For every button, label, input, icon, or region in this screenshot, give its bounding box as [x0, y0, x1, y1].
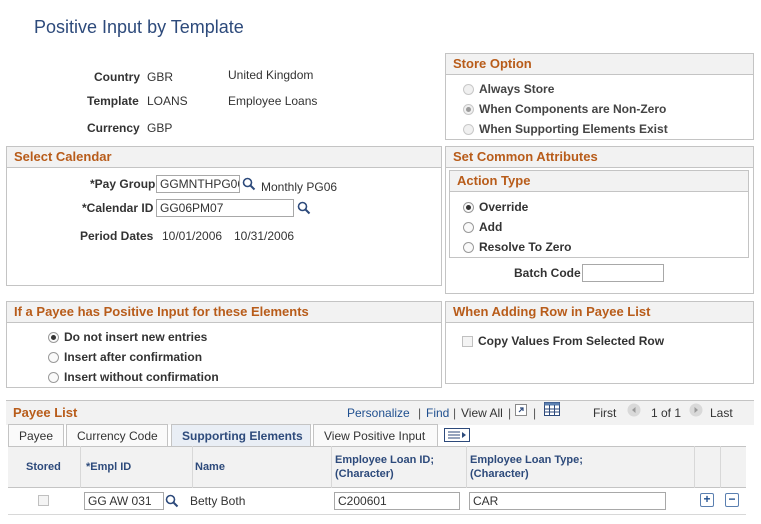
delete-row-button[interactable]: −: [725, 493, 739, 507]
empl-id-lookup-icon[interactable]: [165, 494, 179, 508]
radio-icon: [463, 221, 474, 233]
copy-values-checkbox[interactable]: Copy Values From Selected Row: [462, 334, 664, 348]
tab-currency-code[interactable]: Currency Code: [66, 424, 168, 446]
option-insert-without-confirmation[interactable]: Insert without confirmation: [48, 370, 219, 384]
currency-label: Currency: [87, 121, 140, 135]
positive-input-elements-header: If a Payee has Positive Input for these …: [7, 302, 441, 323]
last-label: Last: [710, 406, 733, 420]
adding-row-header: When Adding Row in Payee List: [446, 302, 753, 323]
radio-icon: [463, 123, 474, 135]
view-all-link[interactable]: View All: [461, 406, 503, 420]
range-label: 1 of 1: [651, 406, 682, 420]
personalize-link[interactable]: Personalize: [347, 406, 410, 420]
column-header-loan-type-line2[interactable]: (Character): [470, 467, 529, 481]
radio-icon: [48, 371, 59, 383]
store-option-always[interactable]: Always Store: [463, 82, 554, 96]
separator: |: [533, 406, 537, 420]
tab-payee[interactable]: Payee: [8, 424, 64, 446]
pay-group-lookup-icon[interactable]: [242, 177, 256, 191]
payee-list-title: Payee List: [13, 405, 78, 420]
checkbox-icon: [462, 335, 473, 347]
empl-id-input[interactable]: GG AW 031: [84, 492, 164, 510]
previous-icon[interactable]: [627, 403, 641, 417]
period-start-date: 10/01/2006: [162, 229, 223, 243]
period-end-date: 10/31/2006: [234, 229, 295, 243]
country-name: United Kingdom: [228, 68, 314, 82]
first-label: First: [593, 406, 617, 420]
template-name: Employee Loans: [228, 94, 318, 108]
separator: |: [418, 406, 422, 420]
show-all-columns-icon[interactable]: [444, 428, 470, 442]
loan-id-input[interactable]: C200601: [334, 492, 460, 510]
template-code: LOANS: [147, 94, 188, 108]
action-type-resolve-to-zero[interactable]: Resolve To Zero: [463, 240, 571, 254]
select-calendar-header: Select Calendar: [7, 147, 441, 168]
stored-checkbox[interactable]: [38, 495, 49, 506]
action-type-override[interactable]: Override: [463, 200, 528, 214]
add-row-button[interactable]: +: [700, 493, 714, 507]
store-option-non-zero[interactable]: When Components are Non-Zero: [463, 102, 666, 116]
pay-group-label: *Pay Group: [90, 177, 156, 191]
next-icon[interactable]: [689, 403, 703, 417]
column-header-loan-id-line1[interactable]: Employee Loan ID;: [335, 453, 434, 467]
tab-view-positive-input[interactable]: View Positive Input: [313, 424, 438, 446]
separator: |: [508, 406, 512, 420]
common-attributes-header: Set Common Attributes: [446, 147, 753, 168]
page-title: Positive Input by Template: [34, 17, 244, 37]
radio-selected-icon: [48, 331, 59, 343]
option-do-not-insert[interactable]: Do not insert new entries: [48, 330, 207, 344]
action-type-header: Action Type: [450, 171, 748, 192]
radio-selected-icon: [463, 201, 474, 213]
radio-icon: [463, 241, 474, 253]
calendar-id-input[interactable]: GG06PM07: [156, 199, 294, 217]
radio-selected-icon: [463, 103, 474, 115]
radio-icon: [48, 351, 59, 363]
store-option-header: Store Option: [446, 54, 753, 75]
country-code: GBR: [147, 70, 174, 84]
separator: |: [453, 406, 457, 420]
calendar-id-label: *Calendar ID: [82, 201, 154, 215]
country-label: Country: [94, 70, 140, 84]
store-option-supporting[interactable]: When Supporting Elements Exist: [463, 122, 668, 136]
find-link[interactable]: Find: [426, 406, 449, 420]
zoom-icon[interactable]: [515, 404, 527, 416]
period-dates-label: Period Dates: [80, 229, 154, 243]
pay-group-input[interactable]: GGMNTHPG06: [156, 175, 240, 193]
tab-supporting-elements[interactable]: Supporting Elements: [171, 424, 311, 446]
column-header-loan-type-line1[interactable]: Employee Loan Type;: [470, 453, 583, 467]
batch-code-label: Batch Code: [514, 266, 581, 280]
download-grid-icon[interactable]: [544, 402, 560, 416]
calendar-id-lookup-icon[interactable]: [297, 201, 311, 215]
column-header-name[interactable]: Name: [195, 460, 225, 474]
pay-group-description: Monthly PG06: [261, 180, 338, 194]
batch-code-input[interactable]: [582, 264, 664, 282]
employee-name: Betty Both: [190, 494, 246, 508]
action-type-add[interactable]: Add: [463, 220, 502, 234]
option-insert-after-confirmation[interactable]: Insert after confirmation: [48, 350, 202, 364]
currency-code: GBP: [147, 121, 173, 135]
column-header-loan-id-line2[interactable]: (Character): [335, 467, 394, 481]
loan-type-input[interactable]: CAR: [469, 492, 666, 510]
column-header-stored: Stored: [26, 461, 61, 473]
radio-icon: [463, 83, 474, 95]
column-header-empl-id[interactable]: *Empl ID: [86, 460, 131, 474]
template-label: Template: [87, 94, 139, 108]
